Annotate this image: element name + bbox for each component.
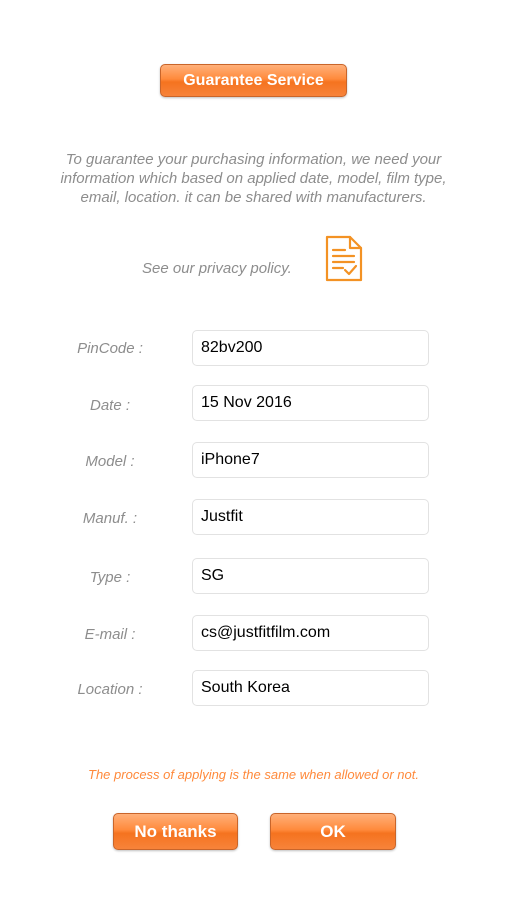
model-field[interactable]: iPhone7: [192, 442, 429, 478]
document-check-icon[interactable]: [323, 234, 365, 284]
intro-line-2: information which based on applied date,…: [60, 170, 447, 187]
date-label: Date :: [89, 397, 131, 414]
location-label: Location :: [77, 681, 143, 698]
intro-line-1: To guarantee your purchasing information…: [65, 151, 442, 168]
no-thanks-button[interactable]: No thanks: [113, 813, 238, 850]
pincode-field[interactable]: 82bv200: [192, 330, 429, 366]
model-label: Model :: [85, 453, 135, 470]
process-note: The process of applying is the same when…: [88, 767, 419, 782]
location-field[interactable]: South Korea: [192, 670, 429, 706]
email-field[interactable]: cs@justfitfilm.com: [192, 615, 429, 651]
email-label: E-mail :: [84, 626, 136, 643]
pincode-label: PinCode :: [77, 340, 143, 357]
guarantee-service-button[interactable]: Guarantee Service: [160, 64, 347, 97]
date-field[interactable]: 15 Nov 2016: [192, 385, 429, 421]
ok-button[interactable]: OK: [270, 813, 396, 850]
manufacturer-field[interactable]: Justfit: [192, 499, 429, 535]
intro-text: To guarantee your purchasing information…: [30, 150, 477, 207]
privacy-policy-text: See our privacy policy.: [142, 260, 292, 277]
manufacturer-label: Manuf. :: [82, 510, 138, 527]
type-label: Type :: [89, 569, 131, 586]
intro-line-3: email, location. it can be shared with m…: [80, 189, 427, 206]
type-field[interactable]: SG: [192, 558, 429, 594]
